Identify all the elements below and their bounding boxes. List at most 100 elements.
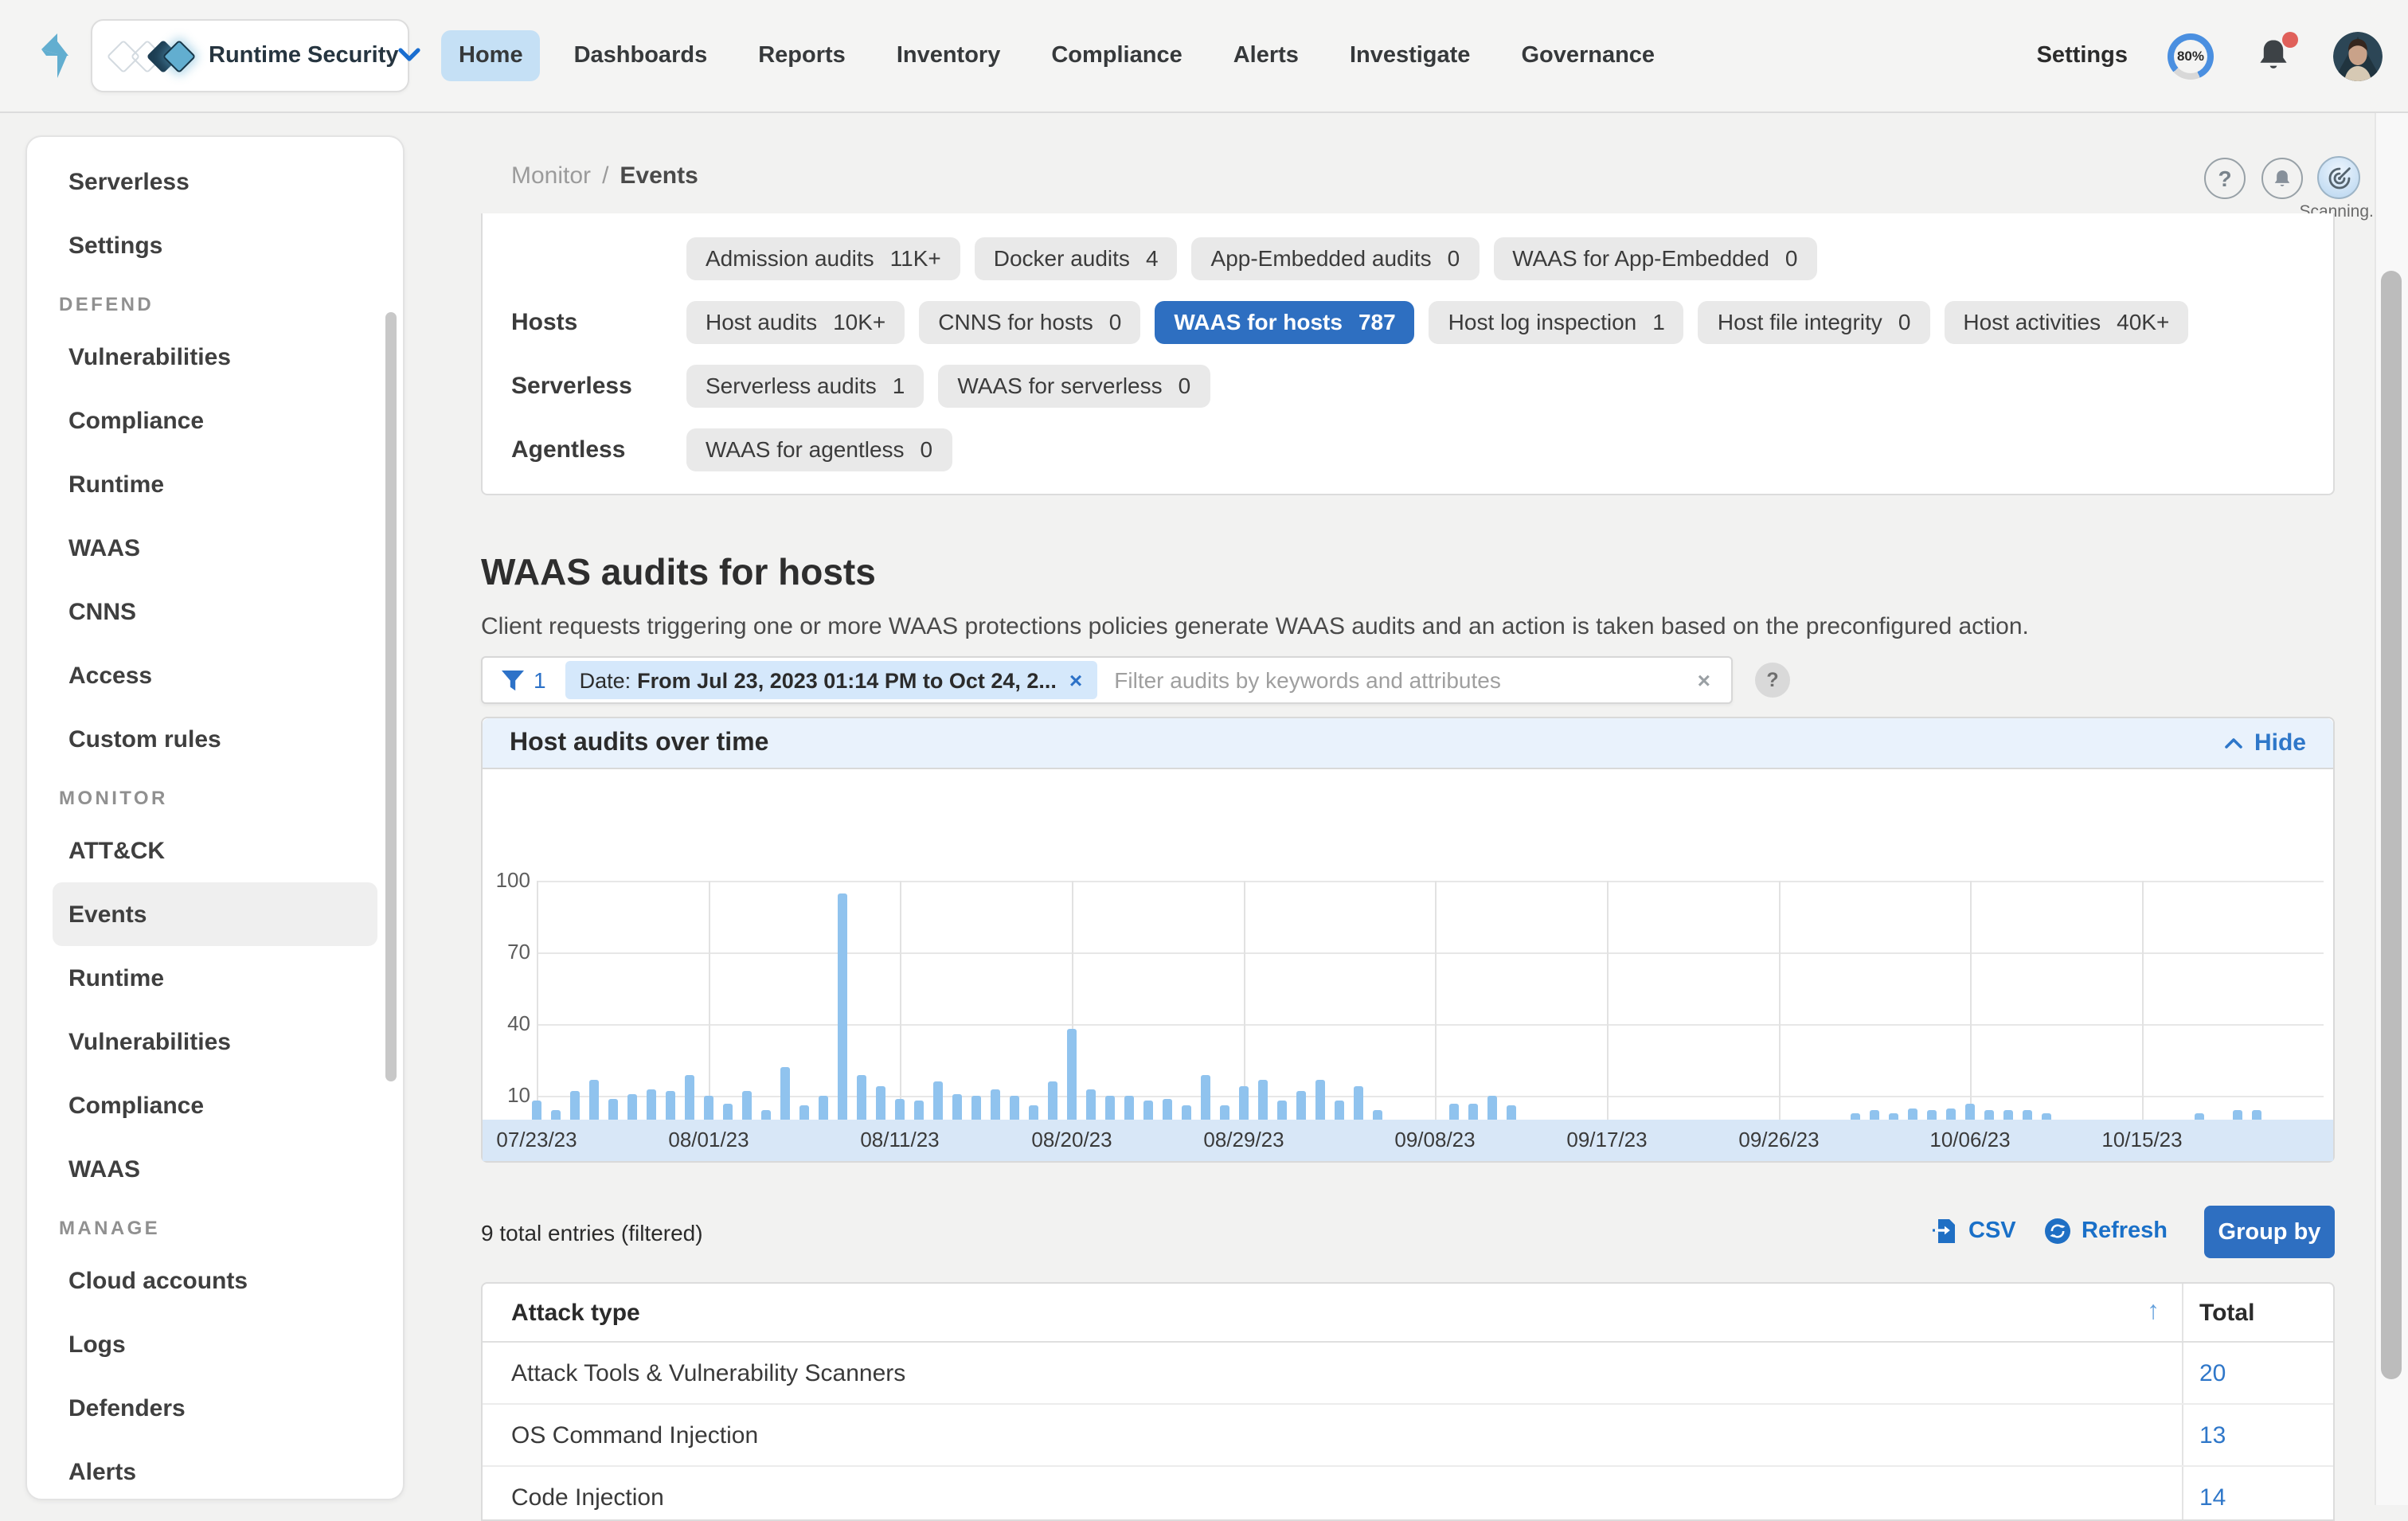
chart-bar[interactable] [1086, 1089, 1096, 1120]
scanning-status-button[interactable] [2317, 156, 2360, 199]
chart-bar[interactable] [761, 1110, 771, 1120]
date-filter-chip[interactable]: Date: From Jul 23, 2023 01:14 PM to Oct … [565, 661, 1097, 699]
total-link[interactable]: 20 [2182, 1343, 2333, 1403]
sidebar-item-defenders[interactable]: Defenders [53, 1376, 377, 1440]
sidebar-item-logs[interactable]: Logs [53, 1312, 377, 1376]
chart-bar[interactable] [780, 1067, 790, 1120]
chart-bar[interactable] [857, 1074, 866, 1120]
chart-bar[interactable] [1201, 1074, 1210, 1120]
chart-bar[interactable] [570, 1091, 580, 1120]
chart-bar[interactable] [1220, 1105, 1229, 1120]
column-header-total[interactable]: Total [2182, 1284, 2333, 1341]
chart-bar[interactable] [895, 1098, 905, 1120]
chart-bar[interactable] [627, 1093, 637, 1120]
chart-bar[interactable] [532, 1101, 541, 1120]
audit-chip-host-activities[interactable]: Host activities40K+ [1944, 300, 2188, 343]
chart-bar[interactable] [838, 893, 847, 1120]
nav-item-inventory[interactable]: Inventory [879, 30, 1018, 81]
sort-ascending-icon[interactable]: ↑ [2147, 1298, 2160, 1327]
sidebar-item-compliance[interactable]: Compliance [53, 1073, 377, 1137]
sidebar-item-alerts[interactable]: Alerts [53, 1440, 377, 1500]
audit-chip-waas-for-agentless[interactable]: WAAS for agentless0 [686, 428, 952, 471]
sidebar-item-waas[interactable]: WAAS [53, 1137, 377, 1201]
chart-bar[interactable] [685, 1074, 694, 1120]
chart-bar[interactable] [1487, 1096, 1497, 1120]
credits-usage-ring[interactable]: 80% [2168, 33, 2214, 79]
chart-bar[interactable] [2252, 1110, 2261, 1120]
table-row[interactable]: OS Command Injection13 [483, 1405, 2333, 1467]
audit-chip-host-file-integrity[interactable]: Host file integrity0 [1698, 300, 1930, 343]
audit-chip-app-embedded-audits[interactable]: App-Embedded audits0 [1192, 237, 1480, 280]
nav-item-governance[interactable]: Governance [1503, 30, 1672, 81]
sidebar-item-cnns[interactable]: CNNS [53, 580, 377, 643]
csv-export-button[interactable]: CSV [1932, 1218, 2016, 1244]
audit-chip-host-audits[interactable]: Host audits10K+ [686, 300, 905, 343]
filter-help-button[interactable]: ? [1755, 663, 1790, 698]
page-scrollbar-thumb[interactable] [2381, 271, 2402, 1379]
chart-bar[interactable] [1908, 1108, 1917, 1120]
group-by-button[interactable]: Group by [2204, 1206, 2335, 1258]
sidebar-item-cloud-accounts[interactable]: Cloud accounts [53, 1249, 377, 1312]
chart-bar[interactable] [1889, 1112, 1898, 1120]
chart-bar[interactable] [742, 1091, 752, 1120]
audit-chip-waas-for-app-embedded[interactable]: WAAS for App-Embedded0 [1493, 237, 1816, 280]
total-link[interactable]: 13 [2182, 1405, 2333, 1465]
chart-bar[interactable] [2042, 1112, 2051, 1120]
sidebar-item-custom-rules[interactable]: Custom rules [53, 707, 377, 771]
chart-bar[interactable] [1067, 1029, 1077, 1120]
user-avatar[interactable] [2333, 31, 2383, 80]
chart-bar[interactable] [876, 1086, 885, 1120]
chart-bar[interactable] [1946, 1108, 1956, 1120]
chart-bar[interactable] [2233, 1110, 2242, 1120]
chart-bar[interactable] [952, 1093, 962, 1120]
nav-item-investigate[interactable]: Investigate [1332, 30, 1488, 81]
chart-bar[interactable] [1373, 1110, 1382, 1120]
product-switcher[interactable]: Runtime Security [91, 19, 409, 92]
chart-bar[interactable] [1851, 1112, 1860, 1120]
chart-bar[interactable] [1354, 1086, 1363, 1120]
chart-bar[interactable] [1507, 1105, 1516, 1120]
chart-bar[interactable] [1124, 1096, 1134, 1120]
notifications-button[interactable] [2261, 158, 2303, 199]
chart-bar[interactable] [971, 1096, 981, 1120]
nav-item-compliance[interactable]: Compliance [1034, 30, 1199, 81]
chart-bar[interactable] [608, 1098, 618, 1120]
chart-bar[interactable] [1449, 1103, 1459, 1120]
sidebar-item-vulnerabilities[interactable]: Vulnerabilities [53, 325, 377, 389]
chart-bar[interactable] [1927, 1110, 1937, 1120]
table-row[interactable]: Code Injection14 [483, 1467, 2333, 1521]
chart-bar[interactable] [2003, 1110, 2013, 1120]
chart-bar[interactable] [589, 1079, 599, 1120]
chart-bar[interactable] [704, 1096, 713, 1120]
remove-date-filter-icon[interactable]: × [1069, 667, 1082, 693]
chart-bar[interactable] [1335, 1101, 1344, 1120]
chart-bar[interactable] [819, 1096, 828, 1120]
chart-bar[interactable] [1965, 1103, 1975, 1120]
total-link[interactable]: 14 [2182, 1467, 2333, 1521]
chart-bar[interactable] [2195, 1112, 2204, 1120]
refresh-button[interactable]: Refresh [2045, 1218, 2168, 1244]
audit-chip-waas-for-hosts[interactable]: WAAS for hosts787 [1155, 300, 1414, 343]
chart-bar[interactable] [1315, 1079, 1325, 1120]
chart-bar[interactable] [799, 1105, 809, 1120]
audit-chip-cnns-for-hosts[interactable]: CNNS for hosts0 [919, 300, 1140, 343]
audit-chip-serverless-audits[interactable]: Serverless audits1 [686, 364, 924, 407]
sidebar-scrollbar[interactable] [385, 312, 397, 1081]
chart-bar[interactable] [991, 1089, 1000, 1120]
chart-bar[interactable] [1143, 1101, 1153, 1120]
chart-bar[interactable] [1105, 1096, 1115, 1120]
settings-link[interactable]: Settings [2037, 43, 2128, 68]
audit-chip-admission-audits[interactable]: Admission audits11K+ [686, 237, 960, 280]
help-button[interactable]: ? [2204, 158, 2246, 199]
sidebar-item-runtime[interactable]: Runtime [53, 452, 377, 516]
nav-item-dashboards[interactable]: Dashboards [557, 30, 725, 81]
sidebar-item-waas[interactable]: WAAS [53, 516, 377, 580]
chart-bar[interactable] [1258, 1079, 1268, 1120]
sidebar-item-access[interactable]: Access [53, 643, 377, 707]
chart-bar[interactable] [1048, 1081, 1057, 1120]
chart-bar[interactable] [551, 1110, 561, 1120]
notifications-bell-button[interactable] [2254, 35, 2293, 76]
nav-item-home[interactable]: Home [441, 30, 541, 81]
sidebar-item-att-ck[interactable]: ATT&CK [53, 819, 377, 882]
chart-bar[interactable] [1468, 1103, 1478, 1120]
